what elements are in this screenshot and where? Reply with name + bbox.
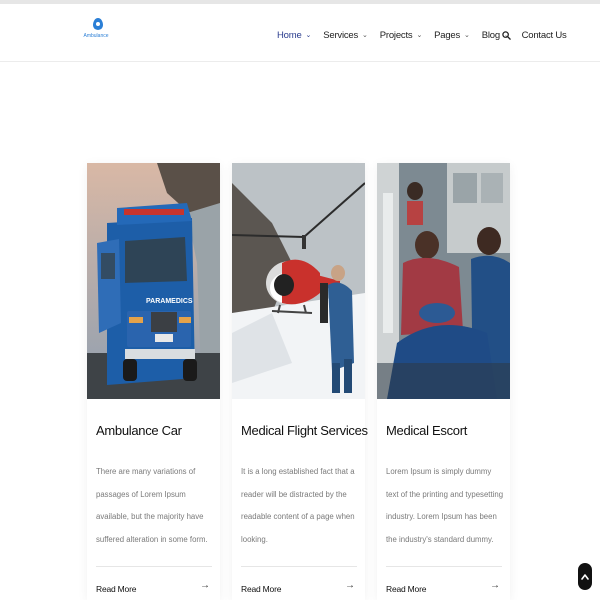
nav-item-home[interactable]: Home ⌄ xyxy=(277,30,311,41)
card-divider xyxy=(96,566,212,567)
paramedics-label: PARAMEDICS xyxy=(146,298,193,305)
site-header: Ambulance Home ⌄ Services ⌄ Projects ⌄ P… xyxy=(0,4,600,62)
back-to-top-button[interactable] xyxy=(578,563,592,590)
read-more-link[interactable]: Read More xyxy=(96,584,136,594)
arrow-up-icon xyxy=(581,573,589,580)
paramedics-patient-photo xyxy=(377,163,510,399)
card-divider xyxy=(386,566,502,567)
read-more-link[interactable]: Read More xyxy=(386,584,426,594)
nav-item-label: Blog xyxy=(481,29,500,41)
logo[interactable]: Ambulance xyxy=(83,18,110,39)
main-nav: Home ⌄ Services ⌄ Projects ⌄ Pages ⌄ Blo… xyxy=(277,26,579,44)
arrow-right-icon[interactable]: → xyxy=(490,580,500,591)
service-card-ambulance-car: PARAMEDICS Ambulance Car There are many … xyxy=(87,163,220,600)
card-description: It is a long established fact that a rea… xyxy=(241,467,355,544)
read-more-link[interactable]: Read More xyxy=(241,584,281,594)
logo-text: Ambulance xyxy=(83,33,109,39)
nav-item-projects[interactable]: Projects ⌄ xyxy=(379,29,423,41)
ambulance-vehicle-photo: PARAMEDICS xyxy=(87,163,220,399)
nav-item-label: Projects xyxy=(379,29,413,41)
search-icon[interactable] xyxy=(502,31,511,40)
chevron-down-icon: ⌄ xyxy=(416,32,423,39)
nav-item-label: Pages xyxy=(434,29,461,41)
service-card-medical-escort: Medical Escort Lorem Ipsum is simply dum… xyxy=(377,163,510,600)
service-card-medical-flight: Medical Flight Services It is a long est… xyxy=(232,163,368,600)
card-title: Medical Flight Services xyxy=(241,423,368,438)
card-description: There are many variations of passages of… xyxy=(96,467,208,544)
chevron-down-icon: ⌄ xyxy=(464,32,470,39)
arrow-right-icon[interactable]: → xyxy=(345,580,355,591)
card-title: Ambulance Car xyxy=(96,423,182,438)
nav-item-contact-us[interactable]: Contact Us xyxy=(522,30,567,41)
arrow-right-icon[interactable]: → xyxy=(200,580,210,591)
helicopter-photo xyxy=(232,163,365,399)
nav-item-label: Home xyxy=(277,29,302,41)
card-description: Lorem Ipsum is simply dummy text of the … xyxy=(386,467,504,544)
nav-item-pages[interactable]: Pages ⌄ xyxy=(434,30,470,41)
chevron-down-icon: ⌄ xyxy=(305,32,312,39)
ambulance-logo-icon xyxy=(93,18,103,30)
card-title: Medical Escort xyxy=(386,423,468,438)
nav-item-label: Contact Us xyxy=(521,29,567,41)
card-divider xyxy=(241,566,357,567)
nav-item-label: Services xyxy=(323,29,359,41)
chevron-down-icon: ⌄ xyxy=(362,32,368,39)
nav-item-services[interactable]: Services ⌄ xyxy=(323,30,368,41)
services-cards: PARAMEDICS Ambulance Car There are many … xyxy=(87,163,511,600)
